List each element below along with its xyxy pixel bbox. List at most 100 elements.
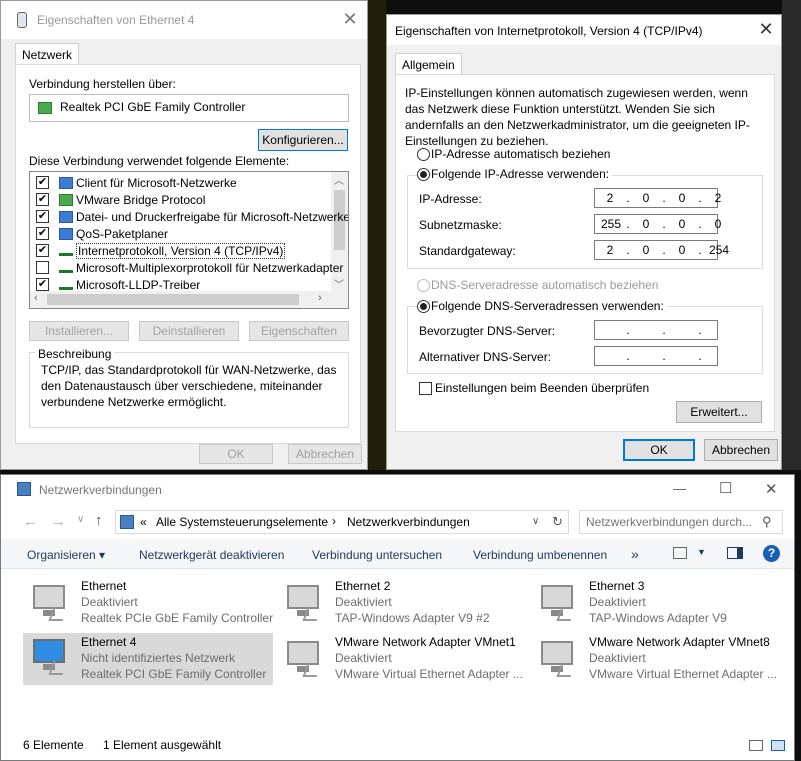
view-dropdown-icon[interactable]: ▼ [697,547,706,557]
preferred-dns-field[interactable]: . . . [594,320,718,340]
cancel-button[interactable]: Abbrechen [288,444,362,464]
details-view-icon[interactable] [749,740,763,751]
auto-dns-label[interactable]: DNS-Serveradresse automatisch beziehen [431,278,658,292]
close-icon[interactable]: ✕ [339,9,361,31]
list-item[interactable]: ✔ Microsoft-LLDP-Treiber [36,276,200,293]
adapter-item[interactable]: VMware Network Adapter VMnet1 Deaktivier… [279,635,529,685]
subnet-mask-label: Subnetzmaske: [419,218,502,232]
list-item[interactable]: ✔ Internetprotokoll, Version 4 (TCP/IPv4… [36,242,286,259]
address-bar[interactable]: « Alle Systemsteuerungselemente › Netzwe… [115,510,569,534]
breadcrumb-item[interactable]: Alle Systemsteuerungselemente [156,515,328,529]
subnet-mask-field[interactable]: 255. 0. 0. 0 [594,214,721,234]
tiles-view-icon[interactable] [771,740,785,751]
maximize-icon[interactable]: ☐ [719,479,732,497]
item-checkbox[interactable]: ✔ [36,176,49,189]
chevron-up-icon[interactable]: ︿ [334,172,344,187]
close-icon[interactable]: ✕ [755,19,777,41]
forward-arrow-icon[interactable]: → [51,513,66,530]
item-checkbox[interactable]: ✔ [36,210,49,223]
auto-dns-radio[interactable] [417,279,430,292]
list-item-label: VMware Bridge Protocol [76,192,206,207]
more-commands-button[interactable]: » [631,546,639,562]
list-item[interactable]: Microsoft-Multiplexorprotokoll für Netzw… [36,259,343,276]
ip-address-field[interactable]: 2. 0. 0. 2 [594,188,721,208]
configure-button[interactable]: Konfigurieren... [258,129,348,151]
adapter-item[interactable]: Ethernet 3 Deaktiviert TAP-Windows Adapt… [533,579,783,629]
properties-button[interactable]: Eigenschaften [249,321,349,341]
chevron-left-icon[interactable]: ‹ [34,292,38,304]
ip-dot: . [698,191,702,205]
close-icon[interactable]: ✕ [765,480,778,498]
diagnose-button[interactable]: Verbindung untersuchen [312,548,442,562]
auto-ip-label[interactable]: IP-Adresse automatisch beziehen [431,147,610,161]
install-button[interactable]: Installieren... [29,321,129,341]
adapter-item[interactable]: Ethernet 2 Deaktiviert TAP-Windows Adapt… [279,579,529,629]
item-checkbox[interactable] [36,261,49,274]
item-checkbox[interactable]: ✔ [36,278,49,291]
command-bar: Organisieren ▾ Netzwerkgerät deaktiviere… [1,539,794,569]
chevron-down-icon[interactable]: ﹀ [334,276,344,291]
search-input[interactable] [584,513,754,531]
adapter-item-selected[interactable]: Ethernet 4 Nicht identifiziertes Netzwer… [23,633,273,685]
back-arrow-icon[interactable]: ← [23,513,38,530]
list-item[interactable]: ✔ QoS-Paketplaner [36,225,168,242]
components-list-hscroll[interactable]: ‹ › [30,291,348,308]
ip-dot: . [662,323,666,337]
ip-dot: . [626,323,630,337]
advanced-button[interactable]: Erweitert... [676,401,762,423]
adapter-item[interactable]: Ethernet Deaktiviert Realtek PCIe GbE Fa… [25,579,275,629]
adapter-name: Ethernet [81,579,127,593]
search-box[interactable]: ⚲ [579,510,783,534]
help-icon[interactable]: ? [763,545,780,562]
chevron-right-icon[interactable]: › [318,292,322,304]
ok-button[interactable]: OK [199,444,273,464]
ip-octet: 2 [606,191,614,205]
refresh-icon[interactable]: ↻ [552,514,563,530]
breadcrumb-overflow[interactable]: « [140,515,147,529]
search-icon[interactable]: ⚲ [762,514,772,530]
preview-pane-icon[interactable] [727,547,743,559]
tab-general[interactable]: Allgemein [395,53,462,75]
preferred-dns-label: Bevorzugter DNS-Server: [419,324,556,338]
disable-device-button[interactable]: Netzwerkgerät deaktivieren [139,548,284,562]
manual-dns-radio[interactable] [417,300,430,313]
item-checkbox[interactable]: ✔ [36,193,49,206]
validate-label[interactable]: Einstellungen beim Beenden überprüfen [435,381,649,395]
list-item-label: QoS-Paketplaner [76,226,169,241]
tab-network[interactable]: Netzwerk [15,43,80,65]
list-item[interactable]: ✔ Datei- und Druckerfreigabe für Microso… [36,208,348,225]
item-checkbox[interactable]: ✔ [36,244,49,257]
uninstall-button[interactable]: Deinstallieren [139,321,239,341]
adapter-device: VMware Virtual Ethernet Adapter ... [589,667,777,681]
breadcrumb-item[interactable]: Netzwerkverbindungen [347,515,470,529]
view-options-icon[interactable] [673,547,687,559]
ipv4-properties-titlebar[interactable]: Eigenschaften von Internetprotokoll, Ver… [387,15,781,45]
alternate-dns-field[interactable]: . . . [594,346,718,366]
control-panel-icon [120,515,134,529]
gateway-field[interactable]: 2. 0. 0. 254 [594,240,729,260]
minimize-icon[interactable]: — [673,481,686,496]
item-checkbox[interactable]: ✔ [36,227,49,240]
list-item[interactable]: ✔ Client für Microsoft-Netzwerke [36,174,237,191]
rename-button[interactable]: Verbindung umbenennen [473,548,607,562]
organize-menu[interactable]: Organisieren ▾ [27,548,105,562]
validate-checkbox[interactable] [419,382,432,395]
hscroll-thumb[interactable] [47,294,299,305]
manual-ip-label[interactable]: Folgende IP-Adresse verwenden: [431,167,613,181]
ethernet-properties-titlebar[interactable]: Eigenschaften von Ethernet 4 ✕ [1,1,367,39]
ok-button[interactable]: OK [623,439,695,461]
manual-ip-radio[interactable] [417,168,430,181]
ip-dot: . [698,243,702,257]
components-list[interactable]: ︿ ﹀ ‹ › ✔ Client für Microsoft-Netzwerke… [29,171,349,309]
ip-dot: . [626,349,630,363]
address-dropdown-icon[interactable]: ∨ [532,516,539,527]
auto-ip-radio[interactable] [417,148,430,161]
list-item[interactable]: ✔ VMware Bridge Protocol [36,191,205,208]
manual-dns-label[interactable]: Folgende DNS-Serveradressen verwenden: [431,299,667,313]
recent-chevron-icon[interactable]: ∨ [77,514,84,525]
explorer-titlebar[interactable]: Netzwerkverbindungen — ☐ ✕ [1,475,794,505]
up-arrow-icon[interactable]: ↑ [95,512,103,529]
cancel-button[interactable]: Abbrechen [704,439,778,461]
description-label: Beschreibung [35,347,115,361]
adapter-item[interactable]: VMware Network Adapter VMnet8 Deaktivier… [533,635,783,685]
